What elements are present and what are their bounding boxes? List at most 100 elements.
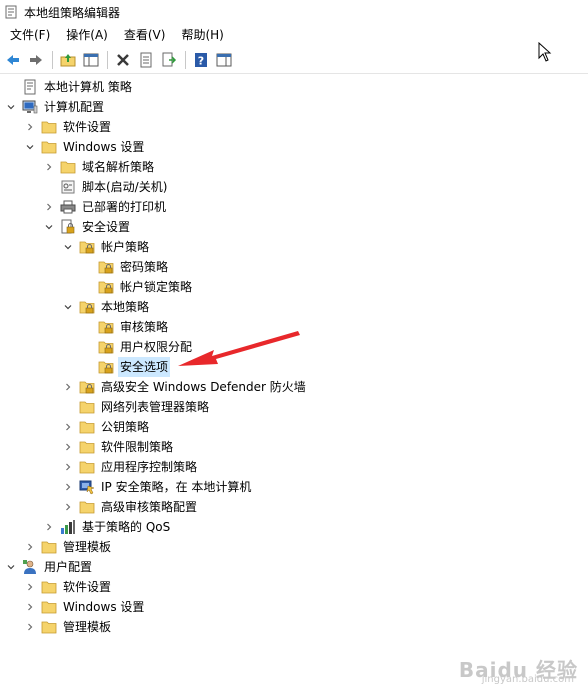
menu-view[interactable]: 查看(V) xyxy=(116,25,174,45)
folder-icon xyxy=(41,139,57,155)
tree-item[interactable]: 审核策略 xyxy=(80,317,170,337)
delete-button[interactable] xyxy=(112,49,134,71)
policy-doc-icon xyxy=(22,79,38,95)
tree-item[interactable]: 软件限制策略 xyxy=(61,437,175,457)
folder-icon xyxy=(79,439,95,455)
tree-item-label: 安全选项 xyxy=(118,357,171,377)
tree-item[interactable]: 计算机配置 xyxy=(4,97,106,117)
tree-item[interactable]: 软件设置 xyxy=(23,577,113,597)
forward-button[interactable] xyxy=(25,49,47,71)
tree-item[interactable]: 安全设置 xyxy=(42,217,132,237)
tree-expander xyxy=(4,77,18,97)
show-pane-icon xyxy=(216,53,232,66)
tree-expander[interactable] xyxy=(23,537,37,557)
tree-item-label: 软件限制策略 xyxy=(101,440,174,454)
lock-folder-icon xyxy=(98,259,114,275)
title-bar: 本地组策略编辑器 xyxy=(0,0,588,24)
tree-item[interactable]: Windows 设置 xyxy=(23,137,146,157)
tree-item[interactable]: 本地计算机 策略 xyxy=(4,77,134,97)
folder-icon xyxy=(79,499,95,515)
tree-expander[interactable] xyxy=(23,137,37,157)
properties-icon xyxy=(140,52,152,67)
chevron-right-icon xyxy=(66,483,71,491)
tree-item[interactable]: 应用程序控制策略 xyxy=(61,457,199,477)
tree-item[interactable]: 高级审核策略配置 xyxy=(61,497,199,517)
policy-tree: 本地计算机 策略 计算机配置 软件设置 Windows 设置 域名解析策略 脚本(启动/关… xyxy=(0,77,588,637)
tree-item[interactable]: Windows 设置 xyxy=(23,597,146,617)
tree-expander xyxy=(80,357,94,377)
tree-item[interactable]: 脚本(启动/关机) xyxy=(42,177,169,197)
tree-expander[interactable] xyxy=(42,197,56,217)
tree-expander[interactable] xyxy=(4,97,18,117)
tree-expander xyxy=(42,177,56,197)
tree-item[interactable]: 帐户锁定策略 xyxy=(80,277,194,297)
folder-icon xyxy=(79,419,95,435)
show-hide-tree-button[interactable] xyxy=(80,49,102,71)
tree-expander[interactable] xyxy=(61,437,75,457)
tree-expander[interactable] xyxy=(61,297,75,317)
up-one-level-button[interactable] xyxy=(57,49,79,71)
tree-item[interactable]: 用户配置 xyxy=(4,557,94,577)
tree-item[interactable]: 帐户策略 xyxy=(61,237,151,257)
tree-item[interactable]: 本地策略 xyxy=(61,297,151,317)
tree-item-label: 网络列表管理器策略 xyxy=(101,400,210,414)
back-arrow-icon xyxy=(7,54,19,65)
properties-button[interactable] xyxy=(135,49,157,71)
tree-expander[interactable] xyxy=(61,417,75,437)
chevron-right-icon xyxy=(66,463,71,471)
chevron-down-icon xyxy=(64,305,72,310)
tree-expander[interactable] xyxy=(61,377,75,397)
tree-expander[interactable] xyxy=(4,557,18,577)
tree-item-label: 本地计算机 策略 xyxy=(44,80,132,94)
tree-expander[interactable] xyxy=(23,617,37,637)
menu-action[interactable]: 操作(A) xyxy=(58,25,116,45)
export-list-button[interactable] xyxy=(158,49,180,71)
tree-expander[interactable] xyxy=(23,597,37,617)
tree-item[interactable]: 管理模板 xyxy=(23,537,113,557)
chevron-down-icon xyxy=(64,245,72,250)
watermark: Baidu 经验 jingyan.baidu.com xyxy=(459,654,578,685)
tree-item[interactable]: 基于策略的 QoS xyxy=(42,517,172,537)
tree-expander[interactable] xyxy=(61,237,75,257)
tree-item[interactable]: IP 安全策略，在 本地计算机 xyxy=(61,477,253,497)
tree-expander[interactable] xyxy=(61,497,75,517)
tree-item[interactable]: 密码策略 xyxy=(80,257,170,277)
tree-item[interactable]: 网络列表管理器策略 xyxy=(61,397,211,417)
chevron-right-icon xyxy=(47,163,52,171)
back-button[interactable] xyxy=(2,49,24,71)
tree-item[interactable]: 域名解析策略 xyxy=(42,157,156,177)
toolbar-separator xyxy=(107,50,108,69)
tree-item[interactable]: 已部署的打印机 xyxy=(42,197,168,217)
folder-icon xyxy=(79,459,95,475)
help-button[interactable]: ? xyxy=(190,49,212,71)
user-icon xyxy=(22,559,38,575)
tree-item[interactable]: 安全选项 xyxy=(80,357,171,377)
tree-expander[interactable] xyxy=(42,157,56,177)
tree-item[interactable]: 软件设置 xyxy=(23,117,113,137)
tree-item[interactable]: 用户权限分配 xyxy=(80,337,194,357)
tree-expander[interactable] xyxy=(42,217,56,237)
menu-file[interactable]: 文件(F) xyxy=(2,25,58,45)
tree-expander[interactable] xyxy=(61,477,75,497)
chevron-right-icon xyxy=(47,203,52,211)
tree-item[interactable]: 高级安全 Windows Defender 防火墙 xyxy=(61,377,308,397)
tree-item-label: 软件设置 xyxy=(63,120,112,134)
computer-icon xyxy=(22,99,38,115)
tree-item[interactable]: 公钥策略 xyxy=(61,417,151,437)
tree-item-label: Windows 设置 xyxy=(63,140,145,154)
chevron-right-icon xyxy=(28,623,33,631)
help-icon: ? xyxy=(195,52,207,67)
menu-help[interactable]: 帮助(H) xyxy=(173,25,231,45)
forward-arrow-icon xyxy=(30,54,42,65)
tree-item-label: 脚本(启动/关机) xyxy=(82,180,168,194)
tree-expander xyxy=(80,277,94,297)
tree-expander[interactable] xyxy=(23,117,37,137)
tree-expander[interactable] xyxy=(23,577,37,597)
tree-expander[interactable] xyxy=(42,517,56,537)
chevron-right-icon xyxy=(66,443,71,451)
show-pane-button[interactable] xyxy=(213,49,235,71)
tree-item[interactable]: 管理模板 xyxy=(23,617,113,637)
lock-folder-icon xyxy=(79,379,95,395)
tree-expander[interactable] xyxy=(61,457,75,477)
security-icon xyxy=(60,219,76,235)
